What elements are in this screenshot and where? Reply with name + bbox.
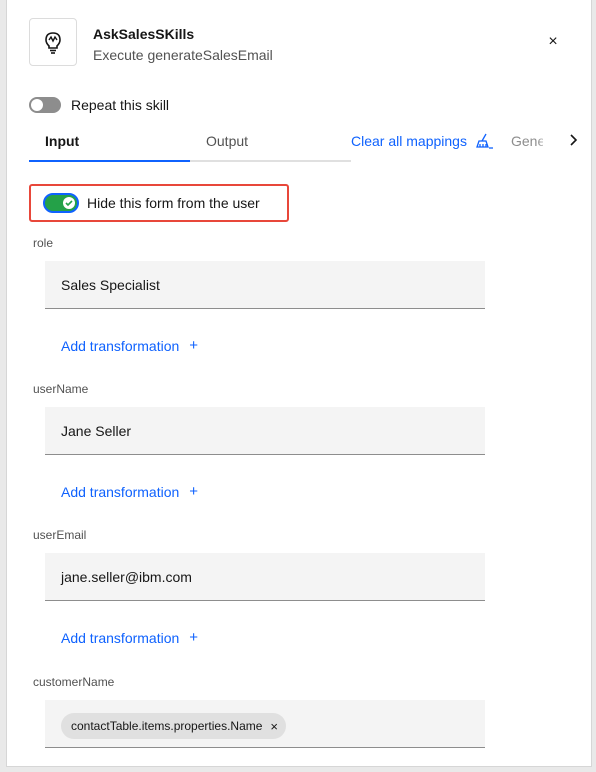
checkmark-icon: [65, 200, 73, 207]
hide-form-label: Hide this form from the user: [87, 195, 260, 211]
skill-title: AskSalesSKills: [93, 26, 195, 42]
add-transformation-username[interactable]: Add transformation +: [61, 483, 198, 500]
clear-all-mappings-link[interactable]: Clear all mappings: [351, 124, 493, 158]
username-input[interactable]: Jane Seller: [45, 407, 485, 455]
tab-overflow-fade: [537, 118, 557, 162]
hide-form-row: Hide this form from the user: [29, 184, 289, 222]
chevron-right-icon[interactable]: [555, 118, 591, 162]
plus-icon: +: [189, 337, 199, 354]
header-text: AskSalesSKills Execute generateSalesEmai…: [93, 26, 273, 64]
hide-form-toggle[interactable]: [43, 193, 79, 213]
clear-all-mappings-label: Clear all mappings: [351, 133, 467, 149]
add-transformation-label: Add transformation: [61, 337, 180, 354]
close-icon[interactable]: ×: [545, 34, 561, 50]
tab-input[interactable]: Input: [29, 124, 190, 162]
toggle-knob: [63, 197, 75, 209]
tab-output[interactable]: Output: [190, 124, 351, 162]
plus-icon: +: [189, 629, 199, 646]
repeat-skill-row: Repeat this skill: [29, 97, 169, 113]
panel-header: AskSalesSKills Execute generateSalesEmai…: [29, 18, 273, 68]
skill-subtitle: Execute generateSalesEmail: [93, 47, 273, 63]
tab-list: Input Output: [29, 124, 351, 162]
skill-panel: AskSalesSKills Execute generateSalesEmai…: [6, 0, 592, 767]
broom-icon: [476, 133, 493, 149]
add-transformation-label: Add transformation: [61, 629, 180, 646]
useremail-input[interactable]: jane.seller@ibm.com: [45, 553, 485, 601]
add-transformation-useremail[interactable]: Add transformation +: [61, 629, 198, 646]
role-input[interactable]: Sales Specialist: [45, 261, 485, 309]
plus-icon: +: [189, 483, 199, 500]
mapping-chip-label: contactTable.items.properties.Name: [71, 719, 263, 733]
lightbulb-icon: [29, 18, 77, 66]
add-transformation-role[interactable]: Add transformation +: [61, 337, 198, 354]
add-transformation-label: Add transformation: [61, 483, 180, 500]
field-label-customername: customerName: [33, 675, 115, 689]
field-label-role: role: [33, 236, 54, 250]
repeat-skill-toggle[interactable]: [29, 97, 61, 113]
mapping-chip: contactTable.items.properties.Name ×: [61, 713, 287, 739]
chip-close-icon[interactable]: ×: [270, 719, 278, 734]
field-label-username: userName: [33, 382, 89, 396]
toggle-knob: [31, 99, 43, 111]
field-label-useremail: userEmail: [33, 528, 87, 542]
repeat-skill-label: Repeat this skill: [71, 97, 170, 113]
